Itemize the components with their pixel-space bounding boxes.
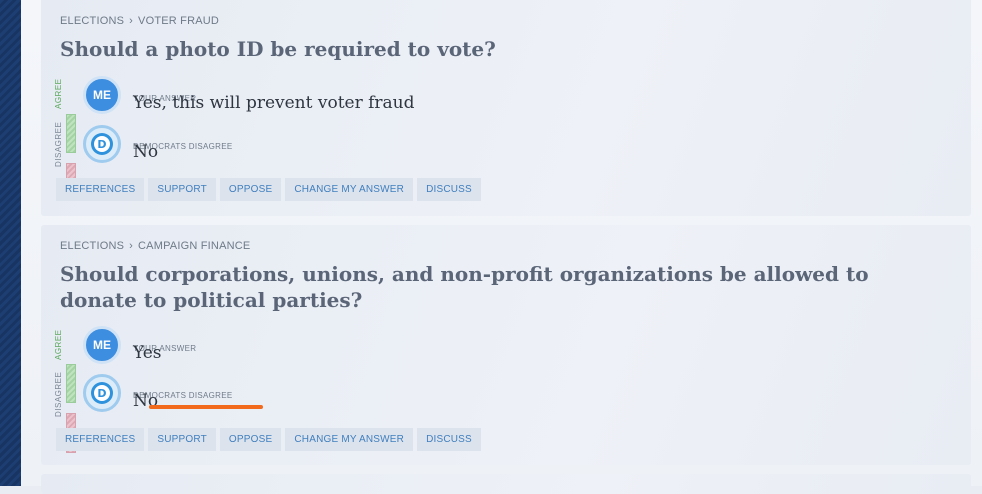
discuss-button[interactable]: DISCUSS (417, 178, 481, 201)
left-background-stripe (0, 0, 21, 486)
change-answer-button[interactable]: CHANGE MY ANSWER (285, 428, 414, 451)
democrat-logo-letter: D (94, 136, 110, 152)
oppose-button[interactable]: OPPOSE (219, 178, 282, 201)
democrat-avatar[interactable]: D (83, 125, 121, 163)
change-answer-button[interactable]: CHANGE MY ANSWER (285, 178, 414, 201)
user-avatar[interactable]: ME (83, 76, 121, 114)
action-bar: REFERENCES SUPPORT OPPOSE CHANGE MY ANSW… (56, 428, 481, 451)
questions-feed: ELECTIONS › VOTER FRAUD Should a photo ID … (21, 0, 982, 494)
breadcrumb: ELECTIONS › CAMPAIGN FINANCE (60, 240, 250, 252)
agree-scale-label: AGREE (54, 78, 63, 109)
action-bar: REFERENCES SUPPORT OPPOSE CHANGE MY ANSW… (56, 178, 481, 201)
your-answer-text: Yes (133, 343, 162, 363)
oppose-button[interactable]: OPPOSE (219, 428, 282, 451)
discuss-button[interactable]: DISCUSS (417, 428, 481, 451)
question-card: ELECTIONS › VOTER FRAUD Should a photo ID … (41, 0, 971, 216)
breadcrumb-topic[interactable]: VOTER FRAUD (138, 15, 219, 27)
agree-bar (66, 364, 76, 403)
breadcrumb-topic[interactable]: CAMPAIGN FINANCE (138, 240, 250, 252)
support-button[interactable]: SUPPORT (148, 178, 216, 201)
breadcrumb-category[interactable]: ELECTIONS (60, 15, 124, 27)
question-title[interactable]: Should corporations, unions, and non-pro… (60, 261, 940, 313)
democrat-logo-letter: D (94, 385, 110, 401)
question-card: ELECTIONS › CAMPAIGN FINANCE Should corpor… (41, 225, 971, 465)
support-button[interactable]: SUPPORT (148, 428, 216, 451)
references-button[interactable]: REFERENCES (56, 178, 145, 201)
references-button[interactable]: REFERENCES (56, 428, 145, 451)
breadcrumb-separator: › (129, 240, 134, 252)
question-title[interactable]: Should a photo ID be required to vote? (60, 36, 940, 62)
agree-scale-label: AGREE (54, 329, 63, 360)
highlight-underline (149, 405, 263, 409)
agree-bar (66, 114, 76, 153)
democrat-logo-icon: D (91, 133, 113, 155)
breadcrumb: ELECTIONS › VOTER FRAUD (60, 15, 219, 27)
disagree-scale-label: DISAGREE (54, 371, 63, 417)
breadcrumb-category[interactable]: ELECTIONS (60, 240, 124, 252)
question-card (41, 474, 971, 494)
your-answer-text: Yes, this will prevent voter fraud (133, 93, 415, 113)
breadcrumb-separator: › (129, 15, 134, 27)
disagree-scale-label: DISAGREE (54, 121, 63, 167)
party-answer-text: No (133, 142, 159, 162)
democrat-logo-icon: D (91, 382, 113, 404)
democrat-avatar[interactable]: D (83, 374, 121, 412)
user-avatar[interactable]: ME (83, 326, 121, 364)
